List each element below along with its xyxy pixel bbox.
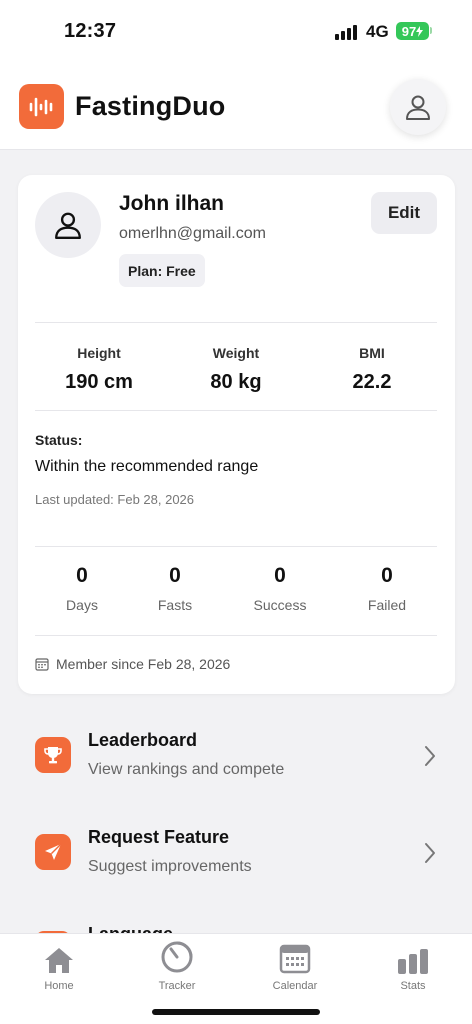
stat-value: 0 (274, 564, 286, 587)
user-icon (55, 212, 81, 240)
timer-icon (161, 941, 193, 973)
plan-badge: Plan: Free (119, 254, 205, 287)
tab-tracker[interactable]: Tracker (132, 941, 222, 992)
menu-item-language[interactable]: Language (18, 912, 455, 933)
user-email: omerlhn@gmail.com (119, 225, 266, 242)
waveform-icon (29, 97, 52, 116)
stat-fasts: 0 Fasts (125, 564, 225, 613)
tab-label: Stats (400, 980, 426, 992)
metric-bmi: BMI 22.2 (307, 345, 437, 394)
tab-stats[interactable]: Stats (368, 942, 458, 992)
stat-success: 0 Success (230, 564, 330, 613)
avatar (35, 192, 101, 258)
tab-label: Home (44, 980, 74, 992)
user-name: John ilhan (119, 192, 224, 215)
menu-item-title: Leaderboard (88, 730, 198, 750)
charging-bolt-icon (416, 25, 424, 37)
metric-value: 190 cm (65, 371, 133, 393)
menu-item-leaderboard[interactable]: Leaderboard View rankings and compete (18, 718, 455, 798)
divider (35, 410, 437, 411)
chevron-right-icon (425, 843, 435, 863)
menu-item-title: Request Feature (88, 827, 230, 847)
network-type: 4G (366, 22, 389, 41)
menu-item-request-feature[interactable]: Request Feature Suggest improvements (18, 815, 455, 895)
app-title: FastingDuo (75, 91, 226, 121)
stat-label: Failed (367, 597, 407, 613)
metric-label: Weight (212, 345, 260, 361)
member-since: Member since Feb 28, 2026 (35, 656, 230, 672)
app-header: FastingDuo (0, 64, 472, 150)
home-indicator (152, 1009, 320, 1015)
menu-item-title: Language (88, 924, 173, 933)
stat-failed: 0 Failed (337, 564, 437, 613)
last-updated: Last updated: Feb 28, 2026 (35, 492, 195, 507)
stat-days: 0 Days (32, 564, 132, 613)
stat-label: Success (253, 597, 307, 613)
divider (35, 546, 437, 547)
metric-height: Height 190 cm (34, 345, 164, 394)
trophy-icon (35, 737, 71, 773)
divider (35, 635, 437, 636)
stat-value: 0 (381, 564, 393, 587)
signal-icon (335, 24, 357, 40)
menu-item-subtitle: Suggest improvements (88, 858, 252, 875)
battery-cap (430, 27, 432, 34)
metric-value: 80 kg (210, 371, 262, 393)
metric-label: Height (77, 345, 121, 361)
profile-button[interactable] (390, 79, 446, 135)
tab-calendar[interactable]: Calendar (250, 942, 340, 992)
chevron-right-icon (425, 746, 435, 766)
profile-card: John ilhan omerlhn@gmail.com Plan: Free … (18, 175, 455, 694)
stat-value: 0 (169, 564, 181, 587)
menu-item-subtitle: View rankings and compete (88, 761, 285, 778)
metric-weight: Weight 80 kg (171, 345, 301, 394)
metric-label: BMI (359, 345, 385, 361)
battery-level: 97 (401, 23, 417, 39)
bar-chart-icon (398, 949, 428, 974)
tab-label: Tracker (158, 980, 196, 992)
stat-value: 0 (76, 564, 88, 587)
stat-label: Fasts (157, 597, 193, 613)
tab-home[interactable]: Home (14, 942, 104, 992)
status-text: Within the recommended range (35, 458, 259, 475)
divider (35, 322, 437, 323)
status-time: 12:37 (64, 20, 117, 42)
battery-icon: 97 (396, 22, 429, 40)
user-icon (406, 95, 430, 120)
calendar-icon (35, 658, 49, 671)
status-label: Status: (35, 432, 83, 448)
calendar-icon (279, 944, 311, 974)
app-logo (19, 84, 64, 129)
stat-label: Days (66, 597, 98, 613)
metric-value: 22.2 (352, 371, 392, 393)
send-icon (35, 834, 71, 870)
home-icon (45, 948, 73, 973)
member-since-text: Member since Feb 28, 2026 (56, 656, 231, 672)
tab-label: Calendar (272, 980, 318, 992)
status-bar: 12:37 4G 97 (0, 0, 472, 64)
edit-button[interactable]: Edit (371, 192, 437, 234)
